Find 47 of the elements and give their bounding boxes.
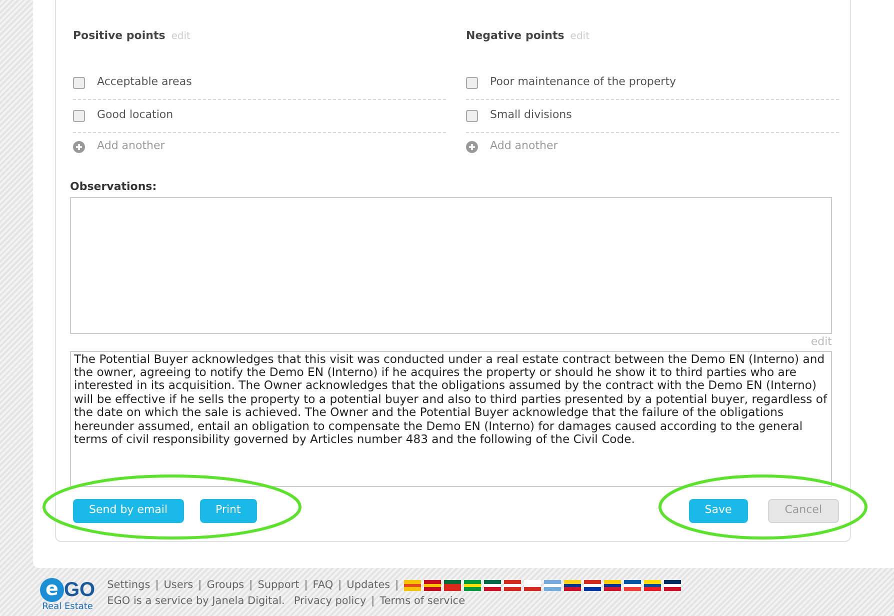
point-label: Poor maintenance of the property (490, 74, 676, 90)
separator: | (198, 578, 202, 593)
point-label: Small divisions (490, 107, 572, 124)
section-title: Positive points (73, 28, 166, 44)
footer-link[interactable]: Settings (107, 578, 150, 594)
flag-icon[interactable] (484, 580, 501, 592)
terms-text-area[interactable]: The Potential Buyer acknowledges that this visit was conducted under a real estate contract between the Demo EN (Interno) and the owner, agreeing to notify the Demo EN (Interno) if he acquires the property or should he show it to third parties who are interested in its acquisition. The Owner acknowledges that the obligations assumed by the contract with the Demo EN (Interno) will be effective if he sells the property to a potential buyer and also to third parties presented by a potential buyer, regardless of the date on which the sale is achieved. The Owner and the Potential Buyer acknowledge that the failure of the obligations hereunder assumed, entail an obligation to compensate the Demo EN (Interno) for damages caused according to the general terms of civil responsibility governed by Articles number 483 and the following of the Civil Code. (70, 350, 832, 486)
logo-mark: e (40, 578, 64, 602)
footer-link[interactable]: Groups (206, 578, 244, 594)
section-title: Negative points (466, 28, 564, 44)
add-icon[interactable] (466, 140, 478, 152)
logo-tagline: Real Estate (42, 602, 93, 612)
footer-link[interactable]: Users (164, 578, 194, 594)
flag-icon[interactable] (624, 580, 641, 592)
checkbox[interactable] (466, 110, 478, 122)
point-label: Good location (97, 107, 174, 124)
observations-field[interactable] (70, 197, 832, 334)
footer-link[interactable]: Updates (346, 578, 390, 594)
point-label: Acceptable areas (97, 74, 192, 90)
service-text: EGO is a service by Janela Digital. (107, 594, 285, 609)
separator: | (338, 578, 342, 593)
button[interactable]: Save (688, 498, 748, 522)
observations-label: Observations: (70, 178, 158, 194)
separator: | (249, 578, 253, 593)
footer-link[interactable]: Terms of service (380, 594, 466, 610)
flag-icon[interactable] (564, 580, 581, 592)
flag-icon[interactable] (584, 580, 601, 592)
checkbox[interactable] (466, 76, 478, 88)
footer-link[interactable]: Privacy policy (294, 594, 366, 610)
checkbox[interactable] (73, 110, 85, 122)
logo-text: GO (64, 578, 96, 602)
add-another-link[interactable]: Add another (490, 138, 558, 155)
footer-link[interactable]: FAQ (312, 578, 334, 594)
flag-icon[interactable] (444, 580, 461, 592)
flag-icon[interactable] (664, 580, 681, 592)
checkbox[interactable] (73, 76, 85, 88)
footer-link[interactable]: Support (258, 578, 300, 594)
add-icon[interactable] (73, 140, 85, 152)
separator: | (304, 578, 308, 593)
flag-icon[interactable] (644, 580, 661, 592)
separator: | (395, 578, 399, 593)
separator: | (371, 594, 375, 609)
button[interactable]: Print (200, 498, 257, 522)
add-another-link[interactable]: Add another (97, 138, 165, 155)
button[interactable]: Send by email (73, 498, 184, 522)
flag-icon[interactable] (604, 580, 621, 592)
separator: | (155, 578, 159, 593)
